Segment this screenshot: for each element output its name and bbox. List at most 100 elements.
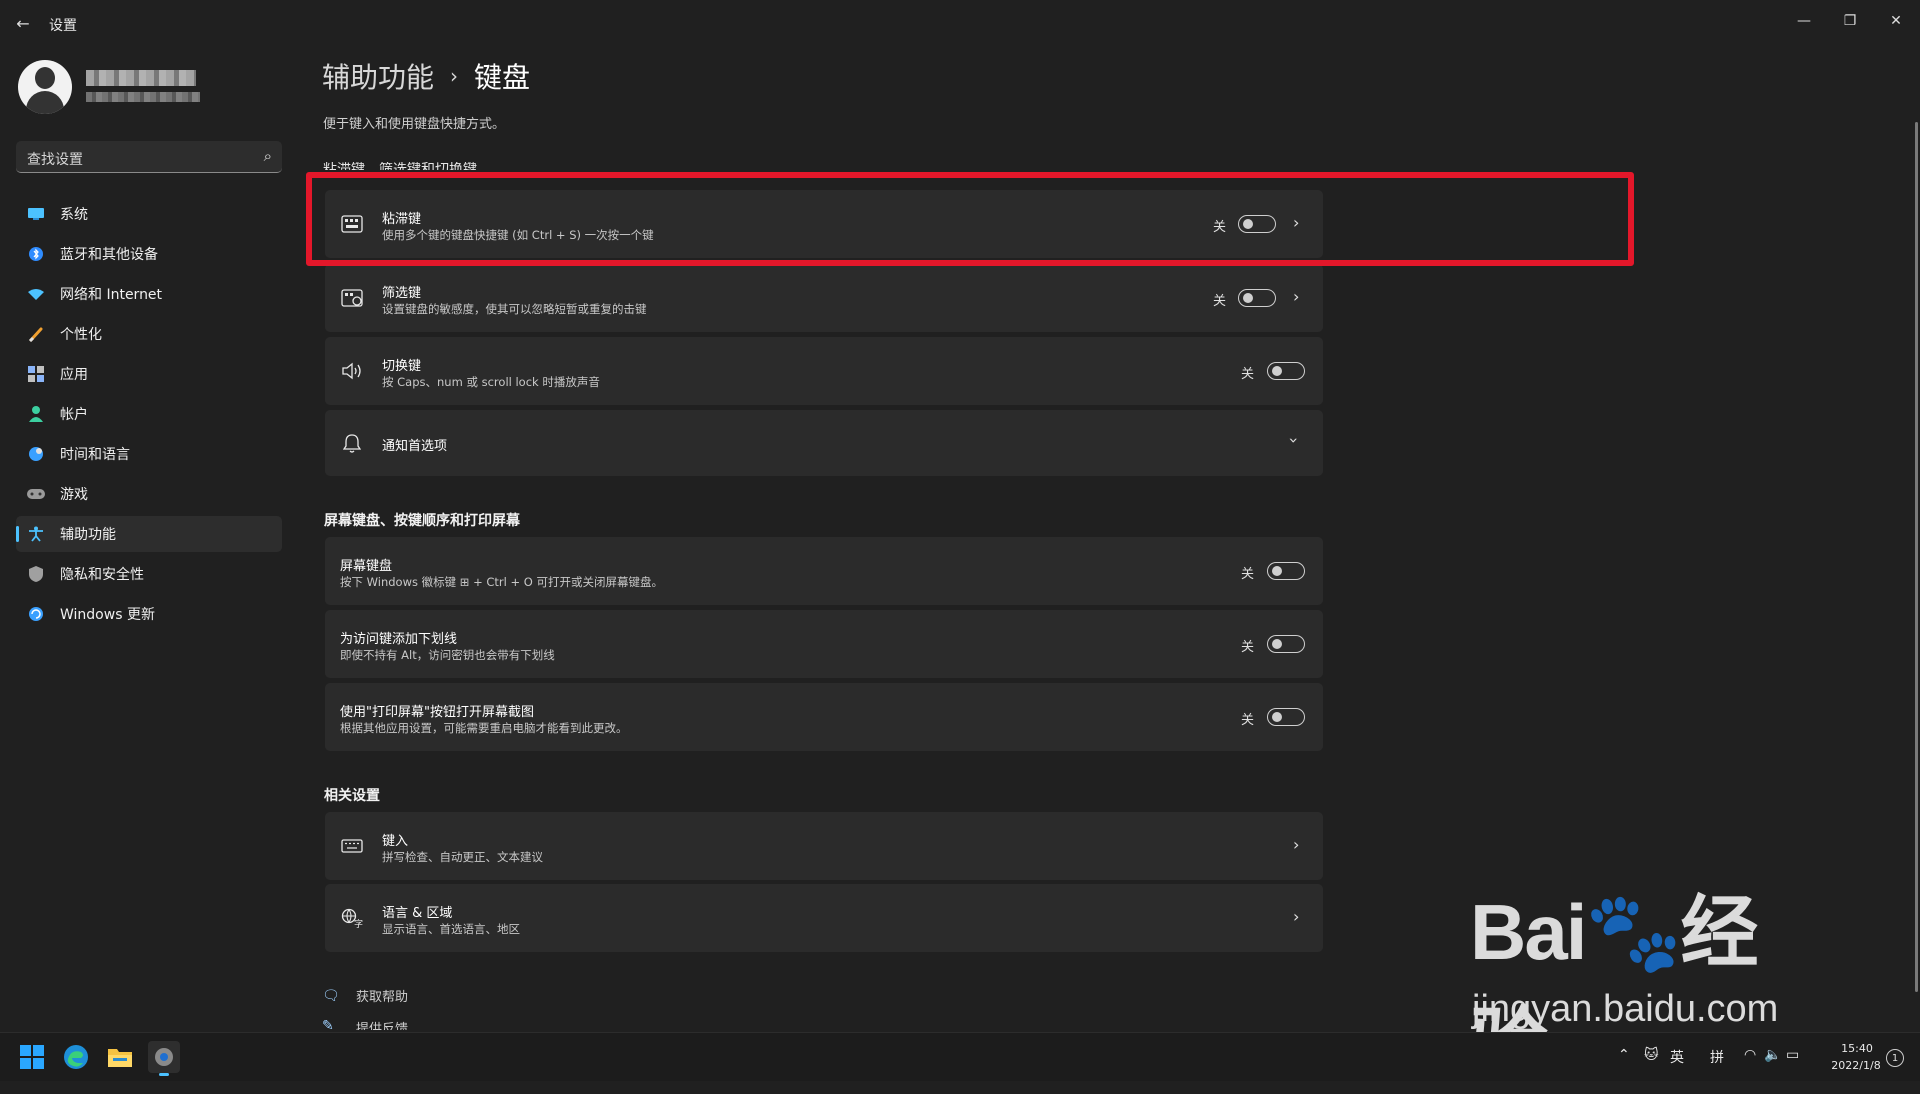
volume-icon[interactable]: 🔈 [1764, 1047, 1781, 1063]
sidebar-item-windows-update[interactable]: Windows 更新 [16, 596, 282, 632]
language-icon: 字 [339, 905, 365, 931]
accessibility-icon [26, 524, 46, 544]
minimize-icon: — [1797, 13, 1811, 29]
sidebar-item-personalization[interactable]: 个性化 [16, 316, 282, 352]
sidebar-item-accounts[interactable]: 帐户 [16, 396, 282, 432]
setting-subtitle: 根据其他应用设置，可能需要重启电脑才能看到此更改。 [340, 721, 628, 735]
language-region-row[interactable]: 字 语言 & 区域 显示语言、首选语言、地区 › [325, 884, 1323, 952]
battery-icon[interactable]: ▭ [1786, 1047, 1799, 1063]
underline-access-keys-toggle[interactable] [1267, 635, 1305, 653]
give-feedback-link[interactable]: ✎ 提供反馈 [322, 1018, 408, 1030]
search-box[interactable]: 查找设置 ⌕ [16, 141, 282, 173]
close-icon: ✕ [1890, 13, 1902, 29]
filter-keys-row[interactable]: 筛选键 设置键盘的敏感度，使其可以忽略短暂或重复的击键 关 › [325, 264, 1323, 332]
setting-title: 通知首选项 [382, 439, 448, 454]
notification-badge[interactable]: 1 [1886, 1049, 1904, 1067]
app-title: 设置 [49, 18, 77, 34]
brush-icon [26, 324, 46, 344]
on-screen-keyboard-row[interactable]: 屏幕键盘 按下 Windows 徽标键 ⊞ + Ctrl + O 可打开或关闭屏… [325, 537, 1323, 605]
sidebar-item-system[interactable]: 系统 [16, 196, 282, 232]
minimize-button[interactable]: — [1782, 6, 1826, 36]
chevron-right-icon[interactable]: › [1293, 835, 1299, 854]
chevron-up-icon[interactable]: ⌃ [1618, 1047, 1630, 1063]
clock-time[interactable]: 15:40 [1832, 1042, 1882, 1055]
chevron-right-icon: › [450, 64, 459, 88]
setting-title: 语言 & 区域 [382, 906, 453, 921]
globe-clock-icon [26, 444, 46, 464]
sidebar-item-time-language[interactable]: 时间和语言 [16, 436, 282, 472]
breadcrumb-parent[interactable]: 辅助功能 [322, 56, 434, 96]
update-icon [26, 604, 46, 624]
toggle-keys-toggle[interactable] [1267, 362, 1305, 380]
setting-subtitle: 按 Caps、num 或 scroll lock 时播放声音 [382, 375, 600, 389]
sidebar-item-label: 个性化 [60, 327, 102, 343]
sidebar-item-privacy[interactable]: 隐私和安全性 [16, 556, 282, 592]
ime-mode[interactable]: 拼 [1710, 1047, 1724, 1067]
back-button[interactable]: ← [10, 10, 36, 36]
sidebar-item-label: 帐户 [60, 407, 88, 423]
filter-keys-icon [339, 285, 365, 311]
avatar[interactable] [18, 60, 72, 114]
print-screen-row[interactable]: 使用"打印屏幕"按钮打开屏幕截图 根据其他应用设置，可能需要重启电脑才能看到此更… [325, 683, 1323, 751]
ime-language[interactable]: 英 [1670, 1047, 1684, 1067]
gamepad-icon [26, 484, 46, 504]
search-input[interactable]: 查找设置 [27, 149, 83, 169]
get-help-label: 获取帮助 [356, 990, 409, 1005]
notification-preferences-row[interactable]: 通知首选项 › [325, 410, 1323, 476]
scrollbar[interactable] [1915, 122, 1918, 992]
sidebar-item-network[interactable]: 网络和 Internet [16, 276, 282, 312]
typing-row[interactable]: 键入 拼写检查、自动更正、文本建议 › [325, 812, 1323, 880]
file-explorer-button[interactable] [104, 1041, 136, 1073]
edge-icon [64, 1045, 88, 1069]
windows-start-icon [20, 1045, 44, 1069]
setting-title: 为访问键添加下划线 [340, 632, 458, 647]
settings-taskbar-button[interactable] [148, 1041, 180, 1076]
search-icon[interactable]: ⌕ [264, 147, 272, 165]
sidebar-item-label: 隐私和安全性 [60, 567, 144, 583]
print-screen-toggle[interactable] [1267, 708, 1305, 726]
sidebar-item-bluetooth[interactable]: 蓝牙和其他设备 [16, 236, 282, 272]
wifi-tray-icon[interactable]: ◠ [1744, 1047, 1756, 1063]
toggle-state-label: 关 [1241, 713, 1255, 728]
settings-gear-icon [155, 1048, 173, 1066]
sidebar-item-label: Windows 更新 [60, 607, 155, 623]
toggle-keys-row[interactable]: 切换键 按 Caps、num 或 scroll lock 时播放声音 关 [325, 337, 1323, 405]
sidebar-item-accessibility[interactable]: 辅助功能 [16, 516, 282, 552]
bluetooth-icon [26, 244, 46, 264]
filter-keys-toggle[interactable] [1238, 289, 1276, 307]
file-explorer-icon [108, 1049, 132, 1067]
on-screen-keyboard-toggle[interactable] [1267, 562, 1305, 580]
setting-title: 键入 [382, 834, 409, 849]
sidebar-item-label: 蓝牙和其他设备 [60, 247, 158, 263]
tray-app-icon[interactable]: 🐱 [1644, 1047, 1659, 1063]
breadcrumb: 辅助功能 › 键盘 [322, 56, 530, 96]
chevron-down-icon[interactable]: › [1285, 437, 1304, 443]
restore-icon: ❐ [1843, 13, 1857, 29]
underline-access-keys-row[interactable]: 为访问键添加下划线 即使不持有 Alt，访问密钥也会带有下划线 关 [325, 610, 1323, 678]
active-indicator [16, 526, 19, 542]
shield-icon [26, 564, 46, 584]
user-email-redacted [86, 92, 200, 102]
arrow-left-icon: ← [16, 13, 30, 33]
setting-subtitle: 显示语言、首选语言、地区 [382, 922, 520, 936]
section-heading: 相关设置 [324, 788, 380, 804]
setting-subtitle: 即使不持有 Alt，访问密钥也会带有下划线 [340, 648, 555, 662]
chevron-right-icon[interactable]: › [1293, 287, 1299, 306]
sidebar-item-gaming[interactable]: 游戏 [16, 476, 282, 512]
setting-title: 筛选键 [382, 286, 422, 301]
title-bar: ← 设置 — ❐ ✕ [0, 0, 1920, 46]
section-heading: 屏幕键盘、按键顺序和打印屏幕 [324, 513, 520, 529]
close-button[interactable]: ✕ [1874, 6, 1918, 36]
edge-button[interactable] [60, 1041, 92, 1073]
sidebar-item-label: 网络和 Internet [60, 287, 163, 303]
get-help-link[interactable]: 🗨 获取帮助 [322, 986, 409, 1006]
chevron-right-icon[interactable]: › [1293, 907, 1299, 926]
running-indicator [159, 1073, 169, 1076]
toggle-state-label: 关 [1241, 640, 1255, 655]
svg-text:字: 字 [354, 918, 363, 928]
windows-start-button[interactable] [16, 1041, 48, 1073]
keyboard-icon [339, 833, 365, 859]
restore-button[interactable]: ❐ [1828, 6, 1872, 36]
clock-date[interactable]: 2022/1/8 [1826, 1059, 1886, 1072]
sidebar-item-apps[interactable]: 应用 [16, 356, 282, 392]
